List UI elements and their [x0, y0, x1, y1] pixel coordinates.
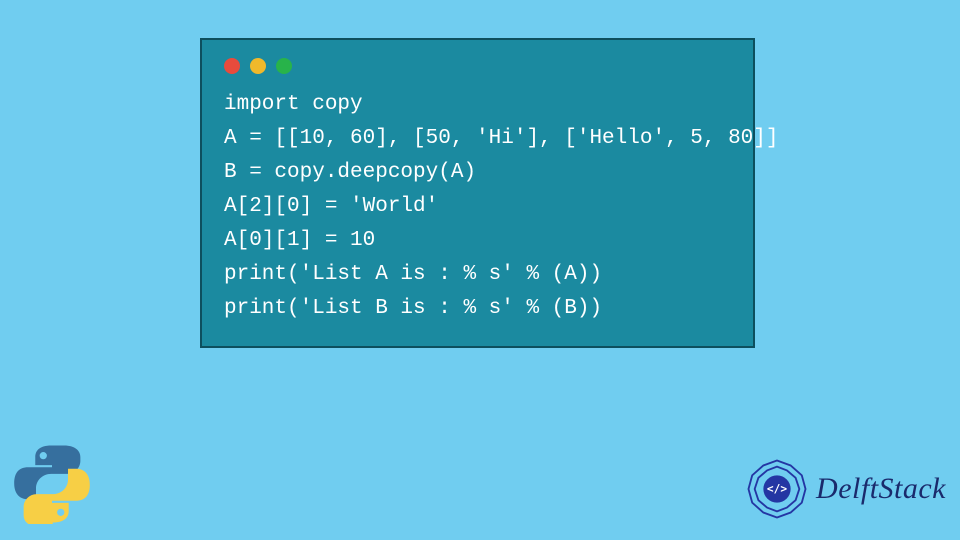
code-line: print('List B is : % s' % (B))	[224, 297, 602, 320]
brand: </> DelftStack	[746, 458, 946, 520]
brand-name: DelftStack	[816, 472, 946, 506]
code-line: print('List A is : % s' % (A))	[224, 263, 602, 286]
code-line: A[0][1] = 10	[224, 229, 375, 252]
code-line: import copy	[224, 93, 363, 116]
python-logo-icon	[12, 444, 92, 524]
code-line: A = [[10, 60], [50, 'Hi'], ['Hello', 5, …	[224, 127, 779, 150]
close-icon	[224, 58, 240, 74]
code-block: import copy A = [[10, 60], [50, 'Hi'], […	[224, 88, 731, 326]
maximize-icon	[276, 58, 292, 74]
code-line: A[2][0] = 'World'	[224, 195, 438, 218]
code-line: B = copy.deepcopy(A)	[224, 161, 476, 184]
svg-text:</>: </>	[767, 483, 787, 496]
window-traffic-lights	[224, 58, 731, 74]
code-window: import copy A = [[10, 60], [50, 'Hi'], […	[200, 38, 755, 348]
brand-badge-icon: </>	[746, 458, 808, 520]
minimize-icon	[250, 58, 266, 74]
